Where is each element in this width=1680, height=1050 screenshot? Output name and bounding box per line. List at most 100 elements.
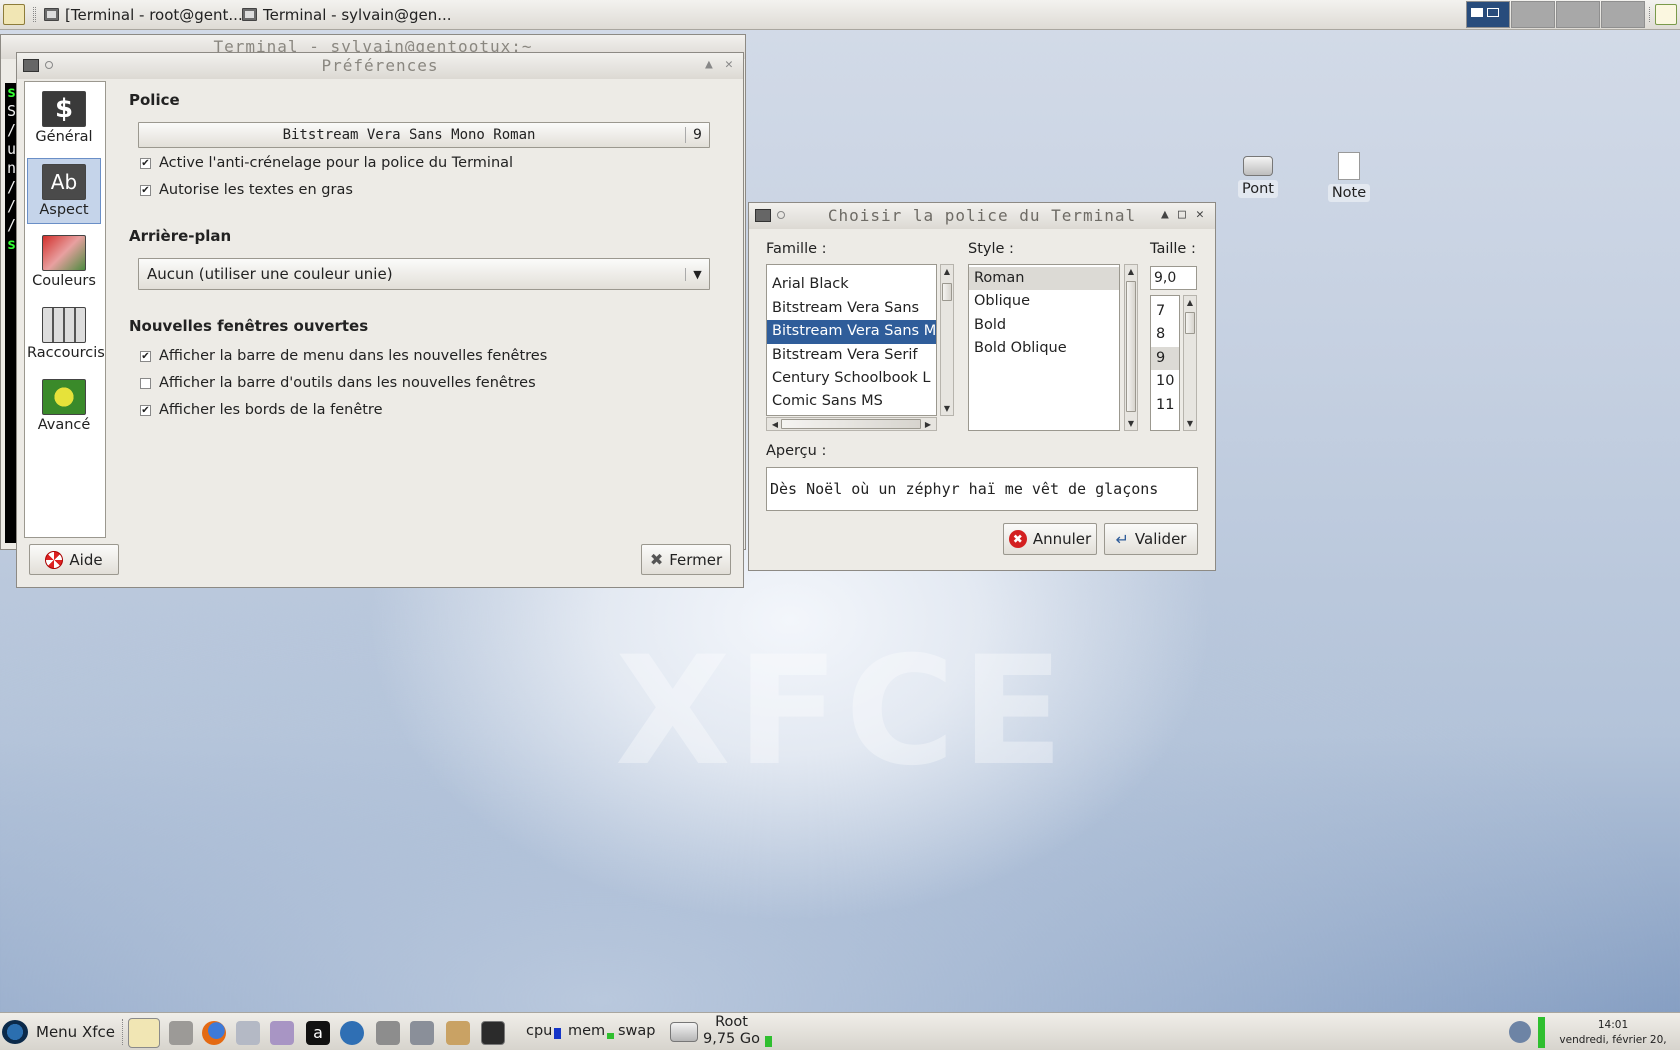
maximize-icon[interactable]: □ [1178, 208, 1187, 222]
close-icon[interactable]: ✕ [1196, 208, 1205, 222]
scroll-down-icon[interactable]: ▼ [1125, 419, 1137, 428]
preferences-titlebar[interactable]: Préférences ▲ ✕ [17, 53, 743, 79]
checkbox-checked[interactable]: ✔ [140, 184, 151, 196]
ftp-icon[interactable] [410, 1021, 434, 1045]
cancel-button[interactable]: ✖ Annuler [1003, 523, 1097, 555]
preferences-window[interactable]: Préférences ▲ ✕ $ Général Ab Aspect Coul… [16, 52, 744, 588]
clock[interactable]: 14:01 vendredi, février 20, 2009 [1548, 1018, 1678, 1050]
swap-monitor[interactable]: swap [618, 1023, 656, 1039]
sidebar-item-advanced[interactable]: Avancé [27, 374, 101, 440]
family-vscrollbar[interactable]: ▲ ▼ [940, 264, 954, 416]
antialias-checkbox[interactable]: ✔ Active l'anti-crénelage pour la police… [140, 155, 513, 171]
scroll-right-icon[interactable]: ▶ [922, 420, 934, 429]
size-item[interactable]: 8 [1151, 323, 1179, 346]
task-terminal-root[interactable]: [Terminal - root@gent... [40, 3, 247, 26]
shade-icon[interactable]: ▲ [1161, 208, 1170, 222]
scroll-down-icon[interactable]: ▼ [1184, 419, 1196, 428]
checkbox-unchecked[interactable] [140, 377, 151, 389]
font-chooser-dialog[interactable]: Choisir la police du Terminal ▲ □ ✕ Fami… [748, 202, 1216, 571]
stick-icon[interactable] [45, 61, 53, 69]
scroll-thumb[interactable] [781, 419, 921, 429]
shade-icon[interactable]: ▲ [705, 58, 714, 72]
bold-checkbox[interactable]: ✔ Autorise les textes en gras [140, 182, 353, 198]
size-item-selected[interactable]: 9 [1151, 346, 1179, 371]
sidebar-item-shortcuts[interactable]: Raccourcis [27, 302, 105, 368]
workspace-4[interactable] [1601, 1, 1645, 28]
firefox-icon[interactable] [202, 1021, 226, 1045]
scroll-thumb[interactable] [1185, 312, 1195, 334]
xfce-menu-icon[interactable] [3, 4, 25, 25]
archive-icon[interactable] [446, 1021, 470, 1045]
family-item-selected[interactable]: Bitstream Vera Sans Mono [767, 320, 936, 344]
chat-icon[interactable] [270, 1021, 294, 1045]
file-manager-icon[interactable] [169, 1021, 193, 1045]
style-item[interactable]: Bold [969, 314, 1119, 337]
window-list-icon[interactable] [1655, 4, 1677, 25]
size-item[interactable]: 11 [1151, 394, 1179, 417]
xfce-menu-button[interactable]: Menu Xfce [2, 1019, 115, 1045]
close-icon[interactable]: ✕ [725, 58, 734, 72]
scroll-up-icon[interactable]: ▲ [1125, 267, 1137, 276]
cpu-monitor[interactable]: cpu [526, 1023, 562, 1039]
scroll-up-icon[interactable]: ▲ [941, 267, 953, 276]
background-select[interactable]: Aucun (utiliser une couleur unie) ▼ [138, 258, 710, 290]
family-item[interactable]: Comic Sans MS [767, 390, 936, 413]
panel-handle[interactable] [33, 7, 36, 22]
preview-field[interactable]: Dès Noël où un zéphyr haï me vêt de glaç… [766, 467, 1198, 511]
terminal-launcher-icon[interactable] [481, 1021, 505, 1045]
window-menu-icon[interactable] [755, 209, 771, 222]
panel-handle[interactable] [1649, 7, 1652, 22]
sidebar-item-colors[interactable]: Couleurs [27, 230, 101, 296]
task-terminal-sylvain[interactable]: Terminal - sylvain@gen... [238, 3, 456, 26]
desktop-icon-pont[interactable]: Pont [1228, 152, 1288, 198]
amazon-icon[interactable]: a [306, 1021, 330, 1045]
fs-monitor[interactable]: Root 9,75 Go [703, 1014, 760, 1048]
volume-icon[interactable] [1509, 1021, 1531, 1043]
checkbox-checked[interactable]: ✔ [140, 157, 151, 169]
scroll-thumb[interactable] [1126, 281, 1136, 412]
show-borders-checkbox[interactable]: ✔ Afficher les bords de la fenêtre [140, 402, 383, 418]
family-list[interactable]: Arial Arial Black Bitstream Vera Sans Bi… [766, 264, 937, 416]
fs-drive-icon[interactable] [670, 1022, 698, 1042]
family-item[interactable]: Arial Black [767, 273, 936, 296]
contacts-icon[interactable] [236, 1021, 260, 1045]
font-chooser-titlebar[interactable]: Choisir la police du Terminal ▲ □ ✕ [749, 203, 1215, 229]
family-item[interactable]: Arial [767, 265, 936, 273]
style-item[interactable]: Bold Oblique [969, 337, 1119, 360]
show-toolbar-checkbox[interactable]: Afficher la barre d'outils dans les nouv… [140, 375, 536, 391]
size-input[interactable]: 9,0 [1150, 266, 1197, 290]
size-item[interactable]: 10 [1151, 370, 1179, 393]
style-item[interactable]: Oblique [969, 290, 1119, 313]
size-item[interactable]: 7 [1151, 300, 1179, 323]
show-desktop-icon[interactable] [128, 1018, 160, 1048]
ok-button[interactable]: ↵ Valider [1104, 523, 1198, 555]
scroll-down-icon[interactable]: ▼ [941, 404, 953, 413]
close-button[interactable]: ✖ Fermer [641, 544, 731, 575]
size-list[interactable]: 7 8 9 10 11 [1150, 295, 1180, 431]
workspace-3[interactable] [1556, 1, 1600, 28]
font-select-button[interactable]: Bitstream Vera Sans Mono Roman 9 [138, 122, 710, 148]
style-vscrollbar[interactable]: ▲ ▼ [1124, 264, 1138, 431]
checkbox-checked[interactable]: ✔ [140, 404, 151, 416]
family-hscrollbar[interactable]: ◀ ▶ [766, 417, 937, 431]
style-item-selected[interactable]: Roman [969, 267, 1119, 291]
help-button[interactable]: Aide [29, 544, 119, 575]
mem-monitor[interactable]: mem [568, 1023, 615, 1039]
desktop-icon-note[interactable]: Note [1319, 152, 1379, 202]
checkbox-checked[interactable]: ✔ [140, 350, 151, 362]
family-item[interactable]: Bitstream Vera Sans [767, 297, 936, 320]
sidebar-item-general[interactable]: $ Général [27, 86, 101, 152]
family-item[interactable]: Bitstream Vera Serif [767, 344, 936, 367]
stick-icon[interactable] [777, 211, 785, 219]
scroll-up-icon[interactable]: ▲ [1184, 298, 1196, 307]
window-menu-icon[interactable] [23, 59, 39, 72]
sidebar-item-aspect[interactable]: Ab Aspect [27, 158, 101, 224]
show-menubar-checkbox[interactable]: ✔ Afficher la barre de menu dans les nou… [140, 348, 547, 364]
network-icon[interactable] [376, 1021, 400, 1045]
scroll-left-icon[interactable]: ◀ [769, 420, 781, 429]
style-list[interactable]: Roman Oblique Bold Bold Oblique [968, 264, 1120, 431]
family-item[interactable]: Century Schoolbook L [767, 367, 936, 390]
size-vscrollbar[interactable]: ▲ ▼ [1183, 295, 1197, 431]
scroll-thumb[interactable] [942, 283, 952, 301]
workspace-2[interactable] [1511, 1, 1555, 28]
